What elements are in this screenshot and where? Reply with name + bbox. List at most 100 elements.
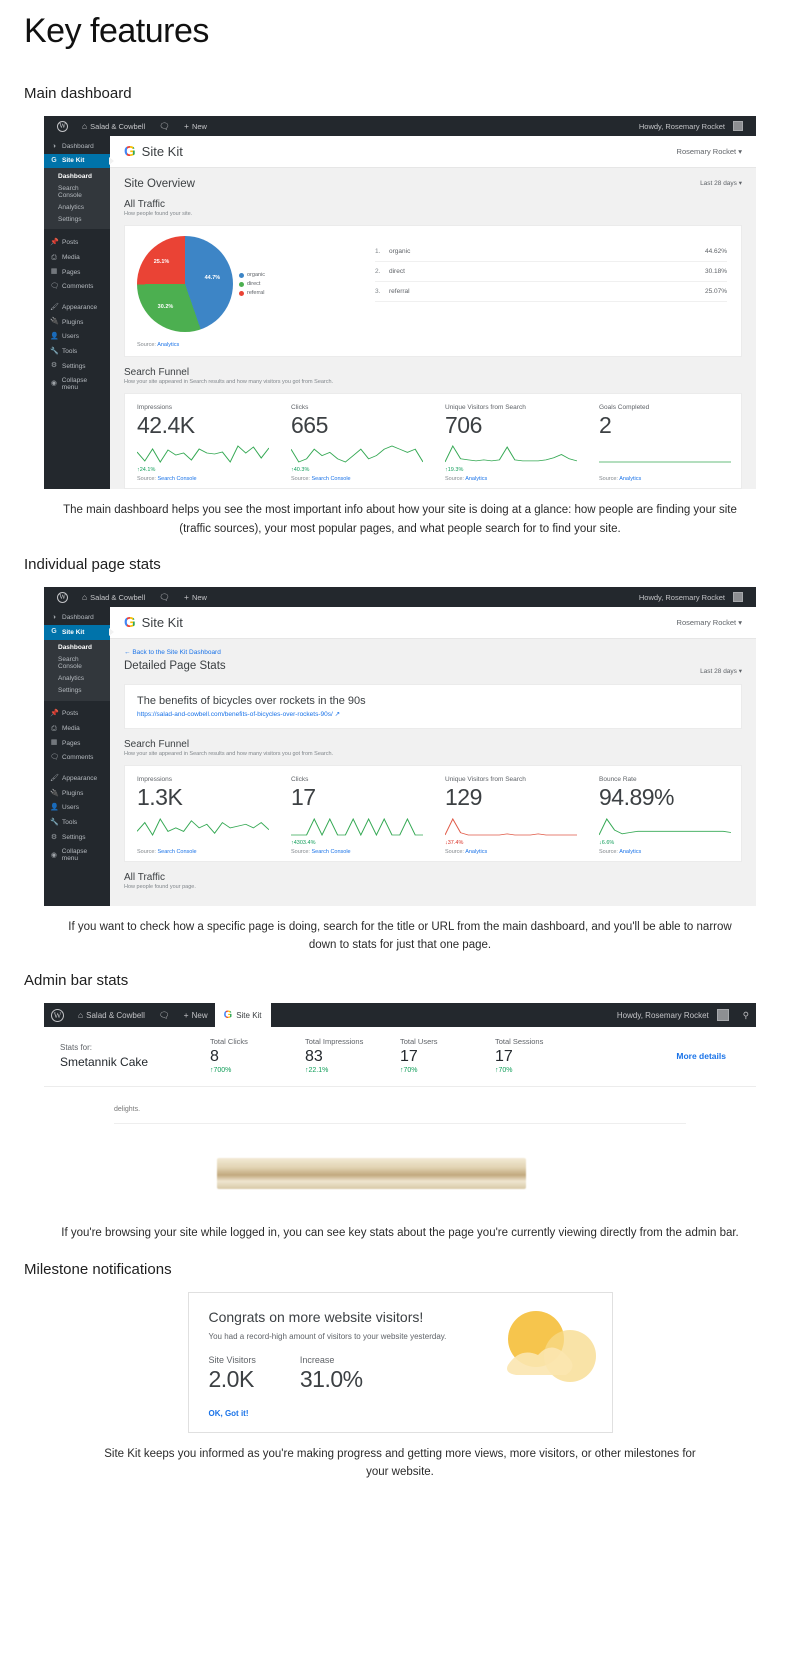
sidebar-subitem-dashboard[interactable]: Dashboard xyxy=(44,170,110,182)
howdy-user-menu[interactable]: Howdy, Rosemary Rocket xyxy=(632,587,750,607)
caption-milestone: Site Kit keeps you informed as you're ma… xyxy=(104,1447,696,1479)
collapse-icon: ◉ xyxy=(50,380,57,388)
date-range-selector[interactable]: Last 28 days ▾ xyxy=(700,667,742,675)
sun-clouds-illustration xyxy=(506,1310,596,1382)
source-link[interactable]: Analytics xyxy=(465,849,487,855)
sidebar-item-settings[interactable]: ⚙ Settings xyxy=(44,830,110,845)
external-link-icon: ↗ xyxy=(334,711,341,719)
sidebar-item-settings[interactable]: ⚙ Settings xyxy=(44,359,110,374)
sidebar-item-plugins[interactable]: 🔌 Plugins xyxy=(44,786,110,801)
legend-label: direct xyxy=(247,281,261,287)
new-content-button[interactable]: + New xyxy=(177,587,214,607)
site-name-menu[interactable]: ⌂ Salad & Cowbell xyxy=(75,587,152,607)
sidebar-item-media[interactable]: ⎙ Media xyxy=(44,250,110,265)
sidebar-item-collapse-menu[interactable]: ◉ Collapse menu xyxy=(44,845,110,866)
site-name-menu[interactable]: ⌂ Salad & Cowbell xyxy=(71,1003,152,1027)
wordpress-logo-icon[interactable]: W xyxy=(44,1003,71,1027)
source-link-analytics[interactable]: Analytics xyxy=(157,342,179,348)
sidebar-item-pages[interactable]: ▦ Pages xyxy=(44,736,110,751)
source-link[interactable]: Analytics xyxy=(619,849,641,855)
comments-icon[interactable]: 🗨 xyxy=(152,116,177,136)
sidebar-item-tools[interactable]: 🔧 Tools xyxy=(44,344,110,359)
site-kit-user-menu[interactable]: Rosemary Rocket ▾ xyxy=(677,147,742,156)
sidebar-item-label: Posts xyxy=(62,239,79,247)
sidebar-item-users[interactable]: 👤 Users xyxy=(44,801,110,816)
sidebar-item-dashboard[interactable]: ◑ Dashboard xyxy=(44,610,110,625)
funnel-cell-value: 706 xyxy=(445,412,482,438)
comment-icon: 🗨 xyxy=(50,282,59,290)
sidebar-subitem-dashboard[interactable]: Dashboard xyxy=(44,642,110,654)
sidebar-subitem-analytics[interactable]: Analytics xyxy=(44,201,110,213)
wordpress-logo-icon[interactable]: W xyxy=(50,587,75,607)
source-link[interactable]: Analytics xyxy=(465,476,487,482)
sidebar-item-label: Collapse menu xyxy=(61,848,88,863)
new-content-button[interactable]: + New xyxy=(177,1003,215,1027)
sidebar-subitem-search-console[interactable]: Search Console xyxy=(44,654,110,673)
date-range-selector[interactable]: Last 28 days ▾ xyxy=(700,179,742,187)
funnel-sparkline xyxy=(137,442,269,464)
sidebar-item-comments[interactable]: 🗨 Comments xyxy=(44,279,110,294)
sidebar-item-appearance[interactable]: 🖌 Appearance xyxy=(44,771,110,786)
comments-icon[interactable]: 🗨 xyxy=(152,1003,177,1027)
howdy-user-menu[interactable]: Howdy, Rosemary Rocket xyxy=(632,116,750,136)
funnel-cell-value: 17 xyxy=(291,784,316,811)
sidebar-subitem-search-console[interactable]: Search Console xyxy=(44,182,110,201)
sidebar-subitem-settings[interactable]: Settings xyxy=(44,213,110,225)
new-content-button[interactable]: + New xyxy=(177,116,214,136)
sidebar-item-site-kit[interactable]: G Site Kit xyxy=(44,624,114,640)
funnel-cell-label: Clicks xyxy=(291,776,309,784)
site-name-label: Salad & Cowbell xyxy=(90,121,146,131)
legend-dot xyxy=(239,290,244,296)
back-to-dashboard-link[interactable]: ← Back to the Site Kit Dashboard xyxy=(124,649,742,656)
pin-icon: 📌 xyxy=(50,710,59,718)
source-link[interactable]: Search Console xyxy=(157,476,196,482)
sidebar-item-posts[interactable]: 📌 Posts xyxy=(44,235,110,250)
row-percent: 30.18% xyxy=(704,268,727,275)
sidebar-subitem-analytics[interactable]: Analytics xyxy=(44,673,110,685)
sidebar-item-media[interactable]: ⎙ Media xyxy=(44,721,110,736)
funnel-cell: Impressions 42.4K ↑24.1% Source: Search Con… xyxy=(125,404,279,482)
sidebar-item-collapse-menu[interactable]: ◉ Collapse menu xyxy=(44,374,110,395)
site-name-menu[interactable]: ⌂ Salad & Cowbell xyxy=(75,116,152,136)
milestone-ok-button[interactable]: OK, Got it! xyxy=(209,1409,592,1418)
source-link[interactable]: Search Console xyxy=(157,849,196,855)
source-link[interactable]: Analytics xyxy=(619,476,641,482)
funnel-cell-label: Impressions xyxy=(137,776,173,784)
site-kit-user-menu[interactable]: Rosemary Rocket ▾ xyxy=(677,618,742,627)
page-url-link[interactable]: https://salad-and-cowbell.com/benefits-o… xyxy=(125,710,741,728)
sidebar-item-pages[interactable]: ▦ Pages xyxy=(44,265,110,280)
page-icon: ▦ xyxy=(50,739,58,747)
source-link[interactable]: Search Console xyxy=(311,849,350,855)
stat-change: ↑70% xyxy=(495,1067,513,1075)
date-range-label: Last 28 days xyxy=(700,668,737,676)
sidebar-item-users[interactable]: 👤 Users xyxy=(44,330,110,345)
sidebar-item-plugins[interactable]: 🔌 Plugins xyxy=(44,315,110,330)
source-link[interactable]: Search Console xyxy=(311,476,350,482)
more-details-link[interactable]: More details xyxy=(676,1051,740,1061)
sidebar-item-posts[interactable]: 📌 Posts xyxy=(44,707,110,722)
funnel-cell-source: Source: Search Console xyxy=(137,476,197,483)
new-label: New xyxy=(191,121,207,131)
site-name-label: Salad & Cowbell xyxy=(86,1010,145,1020)
google-g-icon: G xyxy=(124,143,136,160)
comments-icon[interactable]: 🗨 xyxy=(152,587,177,607)
avatar xyxy=(733,592,743,603)
sidebar-item-dashboard[interactable]: ◑ Dashboard xyxy=(44,139,110,154)
sidebar-item-site-kit[interactable]: G Site Kit xyxy=(44,153,114,169)
howdy-user-menu[interactable]: Howdy, Rosemary Rocket xyxy=(610,1003,736,1027)
sidebar-item-comments[interactable]: 🗨 Comments xyxy=(44,751,110,766)
search-icon[interactable]: ⚲ xyxy=(736,1003,756,1027)
site-kit-page-stats: G Site Kit Rosemary Rocket ▾ Last 28 day… xyxy=(110,607,756,906)
adminbar-site-kit-tab[interactable]: G Site Kit xyxy=(214,1003,271,1028)
site-kit-dashboard: G Site Kit Rosemary Rocket ▾ Last 28 day… xyxy=(110,136,756,490)
page-title-text: The benefits of bicycles over rockets in… xyxy=(137,695,366,708)
sidebar-item-appearance[interactable]: 🖌 Appearance xyxy=(44,300,110,315)
google-g-icon: G xyxy=(223,1009,233,1022)
plus-icon: + xyxy=(183,1010,189,1021)
caption-admin-bar: If you're browsing your site while logge… xyxy=(61,1227,739,1240)
sidebar-subitem-settings[interactable]: Settings xyxy=(44,685,110,697)
funnel-sparkline xyxy=(445,815,577,837)
wordpress-logo-icon[interactable]: W xyxy=(50,116,75,136)
sidebar-item-tools[interactable]: 🔧 Tools xyxy=(44,815,110,830)
row-rank: 1. xyxy=(375,248,381,255)
